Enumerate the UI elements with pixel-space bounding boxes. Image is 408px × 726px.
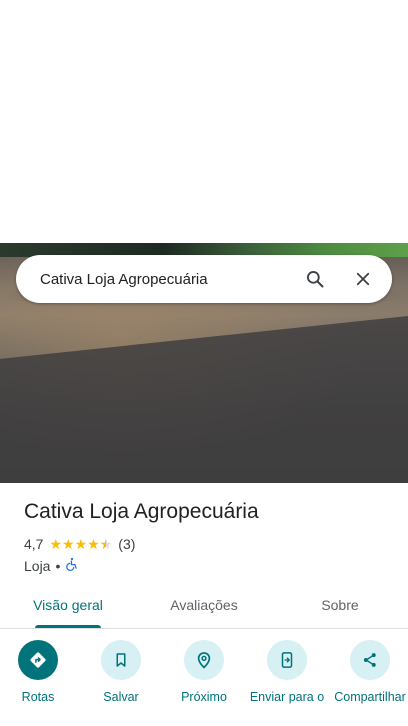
nearby-icon (184, 640, 224, 680)
rating-stars: ★ ★ ★ ★ ★ (49, 537, 112, 551)
save-button[interactable]: Salvar (83, 640, 159, 726)
place-category: Loja (24, 557, 51, 574)
tab-about[interactable]: Sobre (272, 586, 408, 628)
send-to-phone-icon (267, 640, 307, 680)
rating-value: 4,7 (24, 536, 44, 552)
share-button[interactable]: Compartilhar (332, 640, 408, 726)
star-icon: ★ (49, 536, 63, 552)
category-row: Loja • (24, 557, 79, 574)
nearby-button[interactable]: Próximo (166, 640, 242, 726)
send-to-phone-label: Enviar para o (249, 690, 325, 704)
directions-button[interactable]: Rotas (0, 640, 76, 726)
separator-dot: • (55, 557, 61, 574)
tab-reviews[interactable]: Avaliações (136, 586, 272, 628)
share-label: Compartilhar (334, 690, 406, 704)
star-icon: ★ (87, 536, 100, 552)
save-label: Salvar (103, 690, 139, 704)
send-to-phone-button[interactable]: Enviar para o (249, 640, 325, 726)
nearby-label: Próximo (181, 690, 227, 704)
search-bar[interactable]: Cativa Loja Agropecuária (16, 255, 392, 303)
action-bar: Rotas Salvar Próximo Enviar para o Compa… (0, 640, 408, 726)
place-name: Cativa Loja Agropecuária (24, 500, 259, 523)
directions-label: Rotas (21, 690, 55, 704)
search-query[interactable]: Cativa Loja Agropecuária (16, 271, 302, 288)
building-shadow (0, 312, 408, 483)
half-star-icon: ★ (100, 537, 113, 551)
star-icon: ★ (62, 536, 75, 552)
star-icon: ★ (74, 536, 88, 552)
close-icon[interactable] (350, 266, 376, 292)
search-icon[interactable] (302, 266, 328, 292)
place-tabs: Visão geral Avaliações Sobre (0, 586, 408, 629)
share-icon (350, 640, 390, 680)
directions-icon (18, 640, 58, 680)
rating-row[interactable]: 4,7 ★ ★ ★ ★ ★ (3) (24, 536, 135, 552)
wheelchair-icon (65, 557, 79, 574)
bookmark-icon (101, 640, 141, 680)
tab-overview[interactable]: Visão geral (0, 586, 136, 628)
review-count[interactable]: (3) (118, 536, 135, 552)
